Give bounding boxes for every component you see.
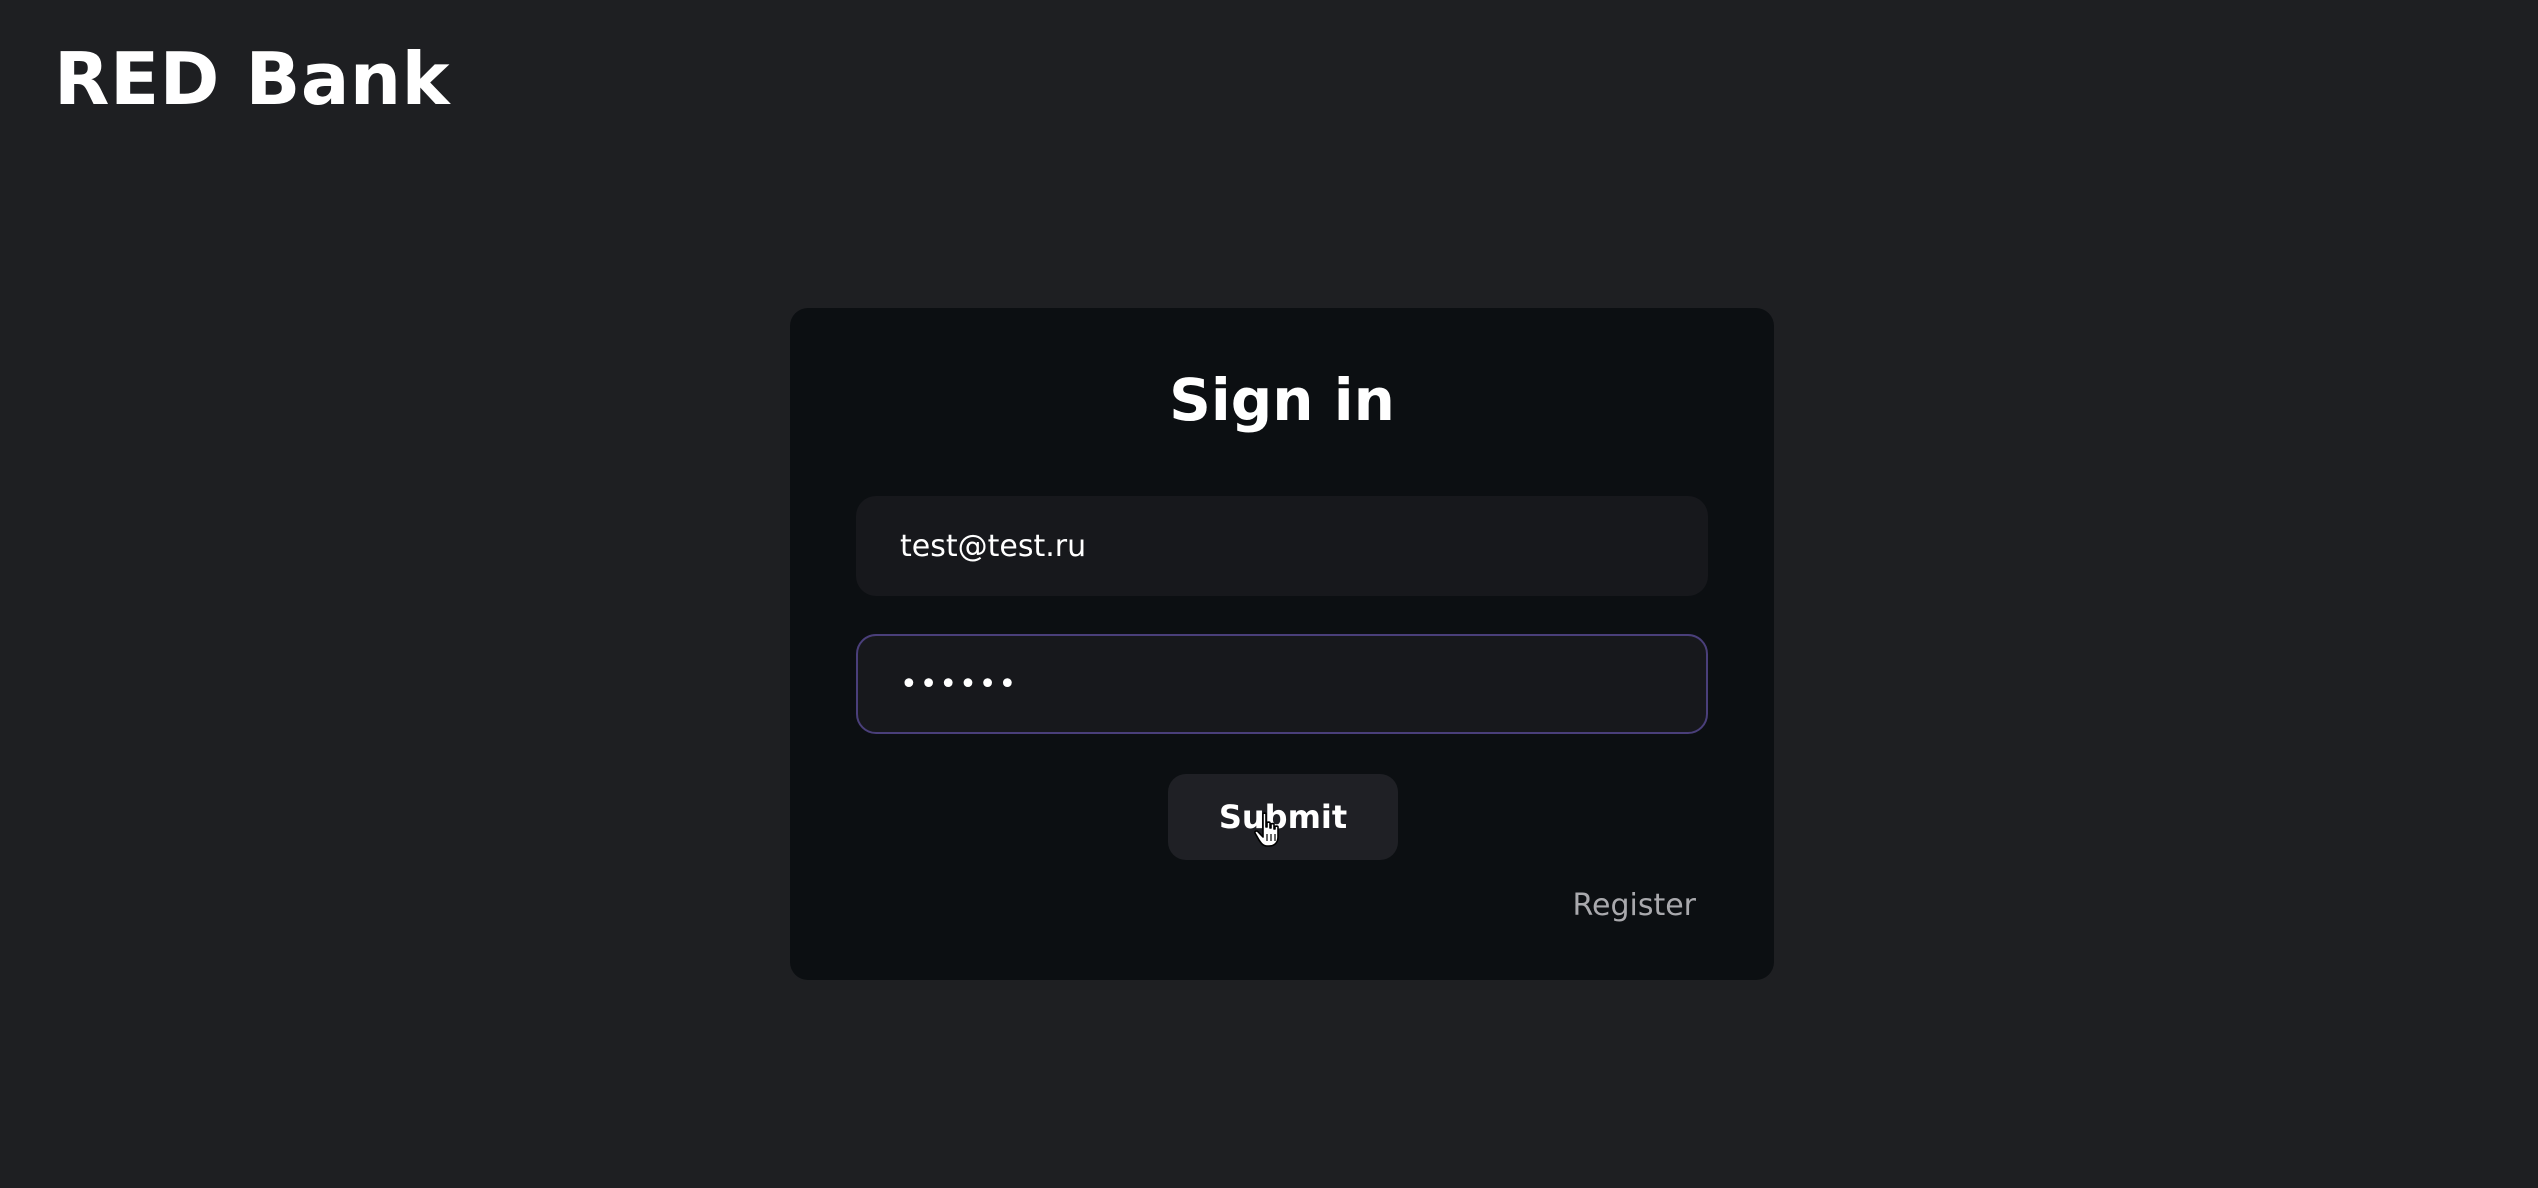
signin-card: Sign in Submit Register [790, 308, 1774, 980]
password-field[interactable] [856, 634, 1708, 734]
signin-title: Sign in [1169, 366, 1395, 434]
email-field[interactable] [856, 496, 1708, 596]
submit-button[interactable]: Submit [1168, 774, 1398, 860]
register-link[interactable]: Register [1572, 888, 1696, 923]
app-title: RED Bank [54, 37, 451, 121]
